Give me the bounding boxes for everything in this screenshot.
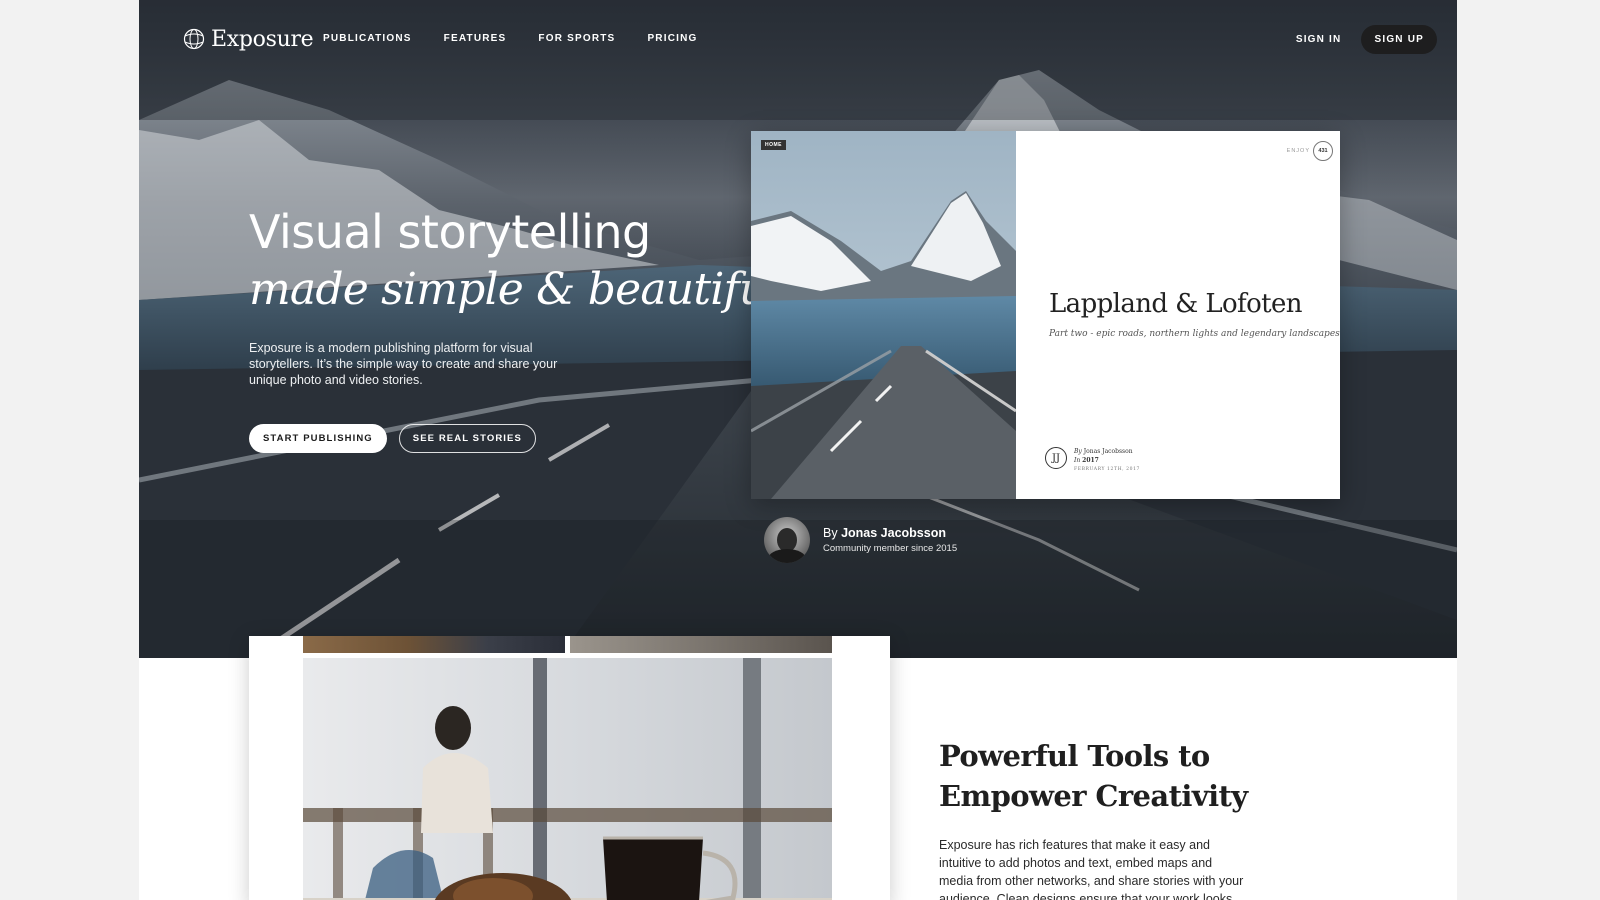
see-real-stories-button[interactable]: SEE REAL STORIES <box>398 424 536 453</box>
story-cover-photo: HOME <box>751 131 1016 499</box>
brand-name: Exposure <box>211 26 314 52</box>
features-title-line2: Empower Creativity <box>939 779 1248 813</box>
featured-story-card[interactable]: HOME ENJOY 431 Lappland & Lofoten Part t… <box>751 131 1340 499</box>
features-title: Powerful Tools to Empower Creativity <box>939 736 1248 816</box>
preview-image-strip-1 <box>303 636 565 653</box>
hero-headline-line2: made simple & beautiful <box>249 264 781 315</box>
hero-description: Exposure is a modern publishing platform… <box>249 341 558 387</box>
sign-in-link[interactable]: SIGN IN <box>1296 34 1342 45</box>
enjoy-label: ENJOY <box>1286 148 1310 154</box>
sign-up-button[interactable]: SIGN UP <box>1361 25 1437 54</box>
credit-member-since: Community member since 2015 <box>823 543 958 554</box>
editor-preview-screenshot <box>249 636 890 900</box>
preview-image-strip-2 <box>570 636 832 653</box>
nav-links: PUBLICATIONS FEATURES FOR SPORTS PRICING <box>323 33 730 44</box>
nav-link-features[interactable]: FEATURES <box>444 33 507 44</box>
author-in-value: 2017 <box>1082 457 1099 464</box>
nav-account: SIGN IN SIGN UP <box>1296 25 1437 54</box>
photo-credit[interactable]: By Jonas Jacobsson Community member sinc… <box>764 517 957 563</box>
brand-logo[interactable]: Exposure <box>183 24 314 54</box>
globe-icon <box>183 28 205 50</box>
start-publishing-button[interactable]: START PUBLISHING <box>249 424 387 453</box>
hero-headline-line1: Visual storytelling <box>249 205 651 259</box>
story-subtitle: Part two - epic roads, northern lights a… <box>1049 329 1340 339</box>
mountain-road-image <box>751 131 1016 499</box>
hero-buttons: START PUBLISHING SEE REAL STORIES <box>249 424 536 453</box>
cafe-photo <box>303 658 832 900</box>
hero-section: Exposure PUBLICATIONS FEATURES FOR SPORT… <box>139 0 1457 658</box>
hero-headline: Visual storytelling made simple & beauti… <box>249 204 781 320</box>
author-monogram-icon: JJ <box>1045 447 1067 469</box>
enjoy-count[interactable]: 431 <box>1313 141 1333 161</box>
author-avatar <box>764 517 810 563</box>
author-by-prefix: By <box>1074 448 1082 455</box>
author-in-prefix: In <box>1074 457 1081 464</box>
story-date: FEBRUARY 12TH, 2017 <box>1074 467 1141 472</box>
top-nav: Exposure PUBLICATIONS FEATURES FOR SPORT… <box>139 0 1457 80</box>
features-title-line1: Powerful Tools to <box>939 739 1210 773</box>
author-name: Jonas Jacobsson <box>1083 448 1133 455</box>
nav-link-pricing[interactable]: PRICING <box>647 33 697 44</box>
story-title: Lappland & Lofoten <box>1049 289 1303 319</box>
story-author: JJ By Jonas Jacobsson In 2017 FEBRUARY 1… <box>1045 447 1140 474</box>
nav-link-publications[interactable]: PUBLICATIONS <box>323 33 412 44</box>
home-badge[interactable]: HOME <box>761 140 786 150</box>
nav-link-for-sports[interactable]: FOR SPORTS <box>538 33 615 44</box>
features-description: Exposure has rich features that make it … <box>939 838 1244 900</box>
cafe-image <box>303 658 832 900</box>
credit-by-prefix: By <box>823 526 838 540</box>
credit-author-name: Jonas Jacobsson <box>841 526 946 540</box>
page: Exposure PUBLICATIONS FEATURES FOR SPORT… <box>139 0 1457 900</box>
